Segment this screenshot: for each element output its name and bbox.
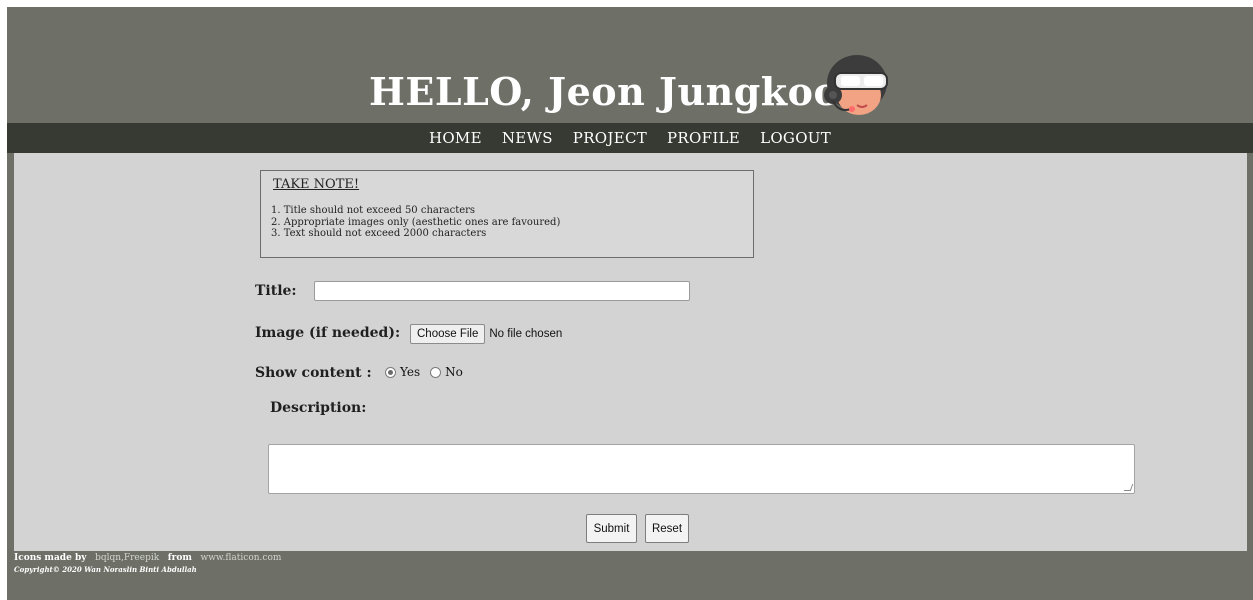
title-label: Title: bbox=[255, 283, 297, 299]
page-frame: HELLO, Jeon Jungkook HOME NEWS PROJECT P… bbox=[7, 7, 1253, 600]
description-textarea[interactable] bbox=[268, 444, 1135, 494]
nav-logout[interactable]: LOGOUT bbox=[760, 129, 831, 147]
note-box: TAKE NOTE! 1. Title should not exceed 50… bbox=[260, 170, 754, 258]
note-item: 3. Text should not exceed 2000 character… bbox=[271, 228, 487, 239]
file-status: No file chosen bbox=[489, 328, 563, 340]
description-label: Description: bbox=[270, 400, 367, 416]
icon-credit: Icons made by bqlqn,Freepik from www.fla… bbox=[14, 553, 281, 563]
radio-no[interactable] bbox=[430, 366, 442, 378]
main-nav: HOME NEWS PROJECT PROFILE LOGOUT bbox=[7, 123, 1253, 153]
note-item: 2. Appropriate images only (aesthetic on… bbox=[271, 216, 561, 228]
radio-yes[interactable] bbox=[385, 366, 396, 378]
title-input[interactable] bbox=[314, 281, 690, 301]
credit-from: from bbox=[167, 553, 192, 563]
header: HELLO, Jeon Jungkook bbox=[7, 7, 1253, 123]
note-list: 1. Title should not exceed 50 characters… bbox=[271, 205, 560, 240]
radio-no-label: No bbox=[445, 365, 463, 379]
radio-yes-label: Yes bbox=[400, 365, 421, 379]
submit-button[interactable]: Submit bbox=[586, 514, 637, 543]
note-item: 1. Title should not exceed 50 characters bbox=[271, 205, 476, 216]
nav-home[interactable]: HOME bbox=[429, 129, 482, 147]
nav-news[interactable]: NEWS bbox=[502, 129, 553, 147]
resize-grip-icon[interactable] bbox=[1123, 484, 1134, 491]
footer: Icons made by bqlqn,Freepik from www.fla… bbox=[7, 551, 1253, 600]
image-label: Image (if needed): bbox=[255, 325, 401, 341]
image-file-picker: Choose File No file chosen bbox=[410, 324, 562, 344]
show-content-label: Show content : bbox=[255, 365, 372, 381]
copyright: Copyright© 2020 Wan Noraslin Binti Abdul… bbox=[14, 565, 197, 574]
choose-file-button[interactable]: Choose File bbox=[410, 324, 486, 344]
credit-authors-link[interactable]: bqlqn,Freepik bbox=[95, 553, 159, 563]
note-title: TAKE NOTE! bbox=[273, 177, 360, 192]
nav-project[interactable]: PROJECT bbox=[573, 129, 647, 147]
show-content-options: Yes No bbox=[385, 365, 469, 379]
page-title: HELLO, Jeon Jungkook bbox=[369, 69, 867, 114]
main-content: TAKE NOTE! 1. Title should not exceed 50… bbox=[14, 153, 1247, 551]
pilot-avatar-icon bbox=[817, 53, 897, 119]
reset-button[interactable]: Reset bbox=[645, 514, 689, 543]
nav-profile[interactable]: PROFILE bbox=[667, 129, 740, 147]
credit-prefix: Icons made by bbox=[14, 553, 87, 563]
credit-site-link[interactable]: www.flaticon.com bbox=[201, 553, 282, 563]
